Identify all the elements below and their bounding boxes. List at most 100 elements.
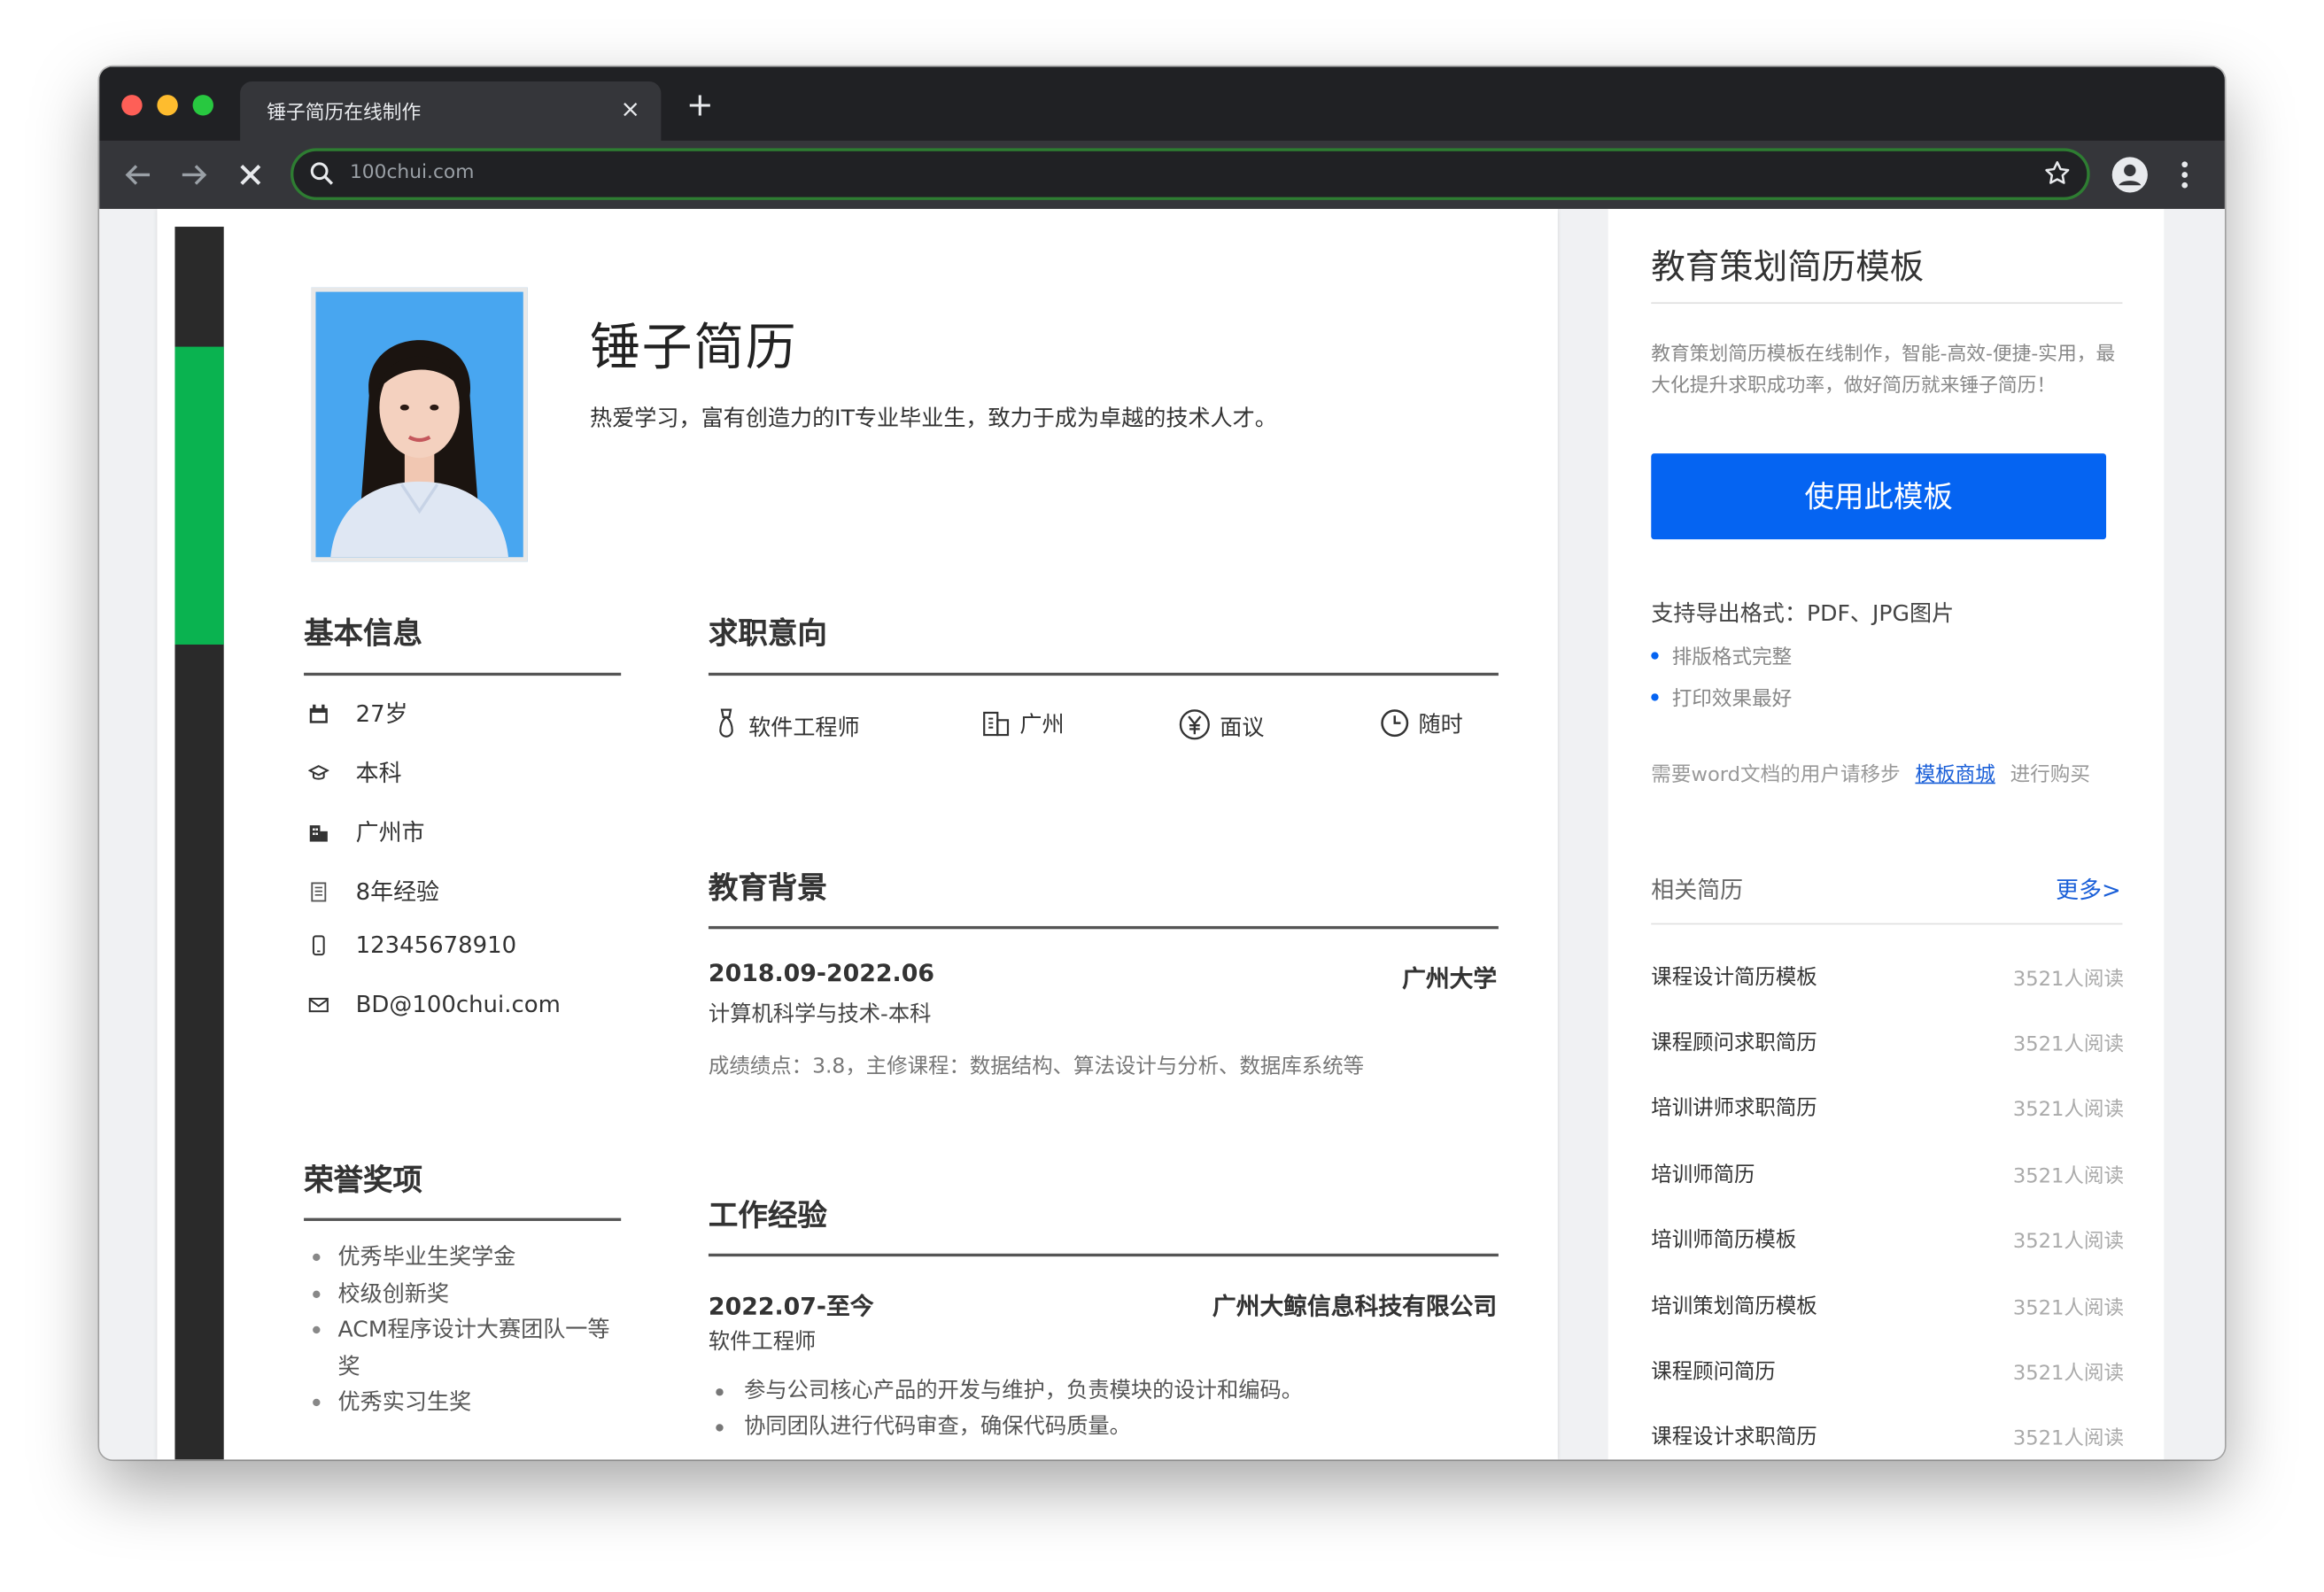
work-title: 工作经验 [708, 1197, 827, 1233]
related-item-title: 课程设计求职简历 [1651, 1425, 1817, 1449]
education-divider [708, 925, 1499, 930]
honors-list: 优秀毕业生奖学金 校级创新奖 ACM程序设计大赛团队一等奖 优秀实习生奖 [306, 1239, 624, 1420]
resume-accent-bar [174, 346, 224, 645]
info-text: 广州市 [355, 819, 425, 846]
more-link[interactable]: 更多> [2056, 873, 2121, 906]
medal-icon [719, 708, 733, 738]
list-item: ACM程序设计大赛团队一等奖 [306, 1311, 624, 1384]
info-text: BD@100chui.com [355, 991, 561, 1018]
work-company: 广州大鲸信息科技有限公司 [1212, 1292, 1498, 1321]
template-store-link[interactable]: 模板商城 [1915, 763, 1995, 787]
read-count: 3521人阅读 [2012, 1296, 2125, 1321]
browser-window: 锤子简历在线制作 × + 100chui.com 锤子简历 热爱学习，富有创造力… [99, 66, 2225, 1460]
use-template-button[interactable]: 使用此模板 [1651, 453, 2107, 540]
work-duties-list: 参与公司核心产品的开发与维护，负责模块的设计和编码。 协同团队进行代码审查，确保… [709, 1373, 1538, 1459]
related-item-title: 培训讲师求职简历 [1651, 1096, 1817, 1121]
read-count: 3521人阅读 [2012, 1164, 2125, 1189]
intent-position: 软件工程师 [713, 708, 860, 742]
clock-icon [1381, 709, 1409, 738]
phone-icon [306, 932, 332, 959]
info-experience: 8年经验 [306, 874, 439, 907]
menu-dots-icon[interactable] [2174, 158, 2195, 197]
list-item: 优秀实习生奖 [306, 1384, 624, 1420]
calendar-icon [306, 701, 332, 728]
profile-photo [311, 287, 528, 562]
forward-icon[interactable] [176, 157, 212, 192]
page-content: 锤子简历 热爱学习，富有创造力的IT专业毕业生，致力于成为卓越的技术人才。 基本… [99, 208, 2225, 1460]
related-item-title: 课程设计简历模板 [1651, 966, 1817, 990]
related-item-title: 培训师简历模板 [1651, 1228, 1797, 1253]
address-bar[interactable]: 100chui.com [290, 148, 2090, 200]
related-item[interactable]: 培训师简历 3521人阅读 [1651, 1159, 2124, 1188]
intent-city: 广州 [981, 708, 1065, 739]
list-item: 校级创新奖 [306, 1275, 624, 1311]
sidebar-divider [1651, 302, 2123, 305]
read-count: 3521人阅读 [2012, 1098, 2125, 1122]
resume-name: 锤子简历 [590, 318, 798, 378]
browser-tab[interactable]: 锤子简历在线制作 × [240, 81, 662, 141]
feature-item: 排版格式完整 [1651, 640, 1793, 670]
related-item[interactable]: 培训策划简历模板 3521人阅读 [1651, 1291, 2124, 1320]
url-text: 100chui.com [349, 161, 475, 184]
read-count: 3521人阅读 [2012, 967, 2125, 992]
work-divider [708, 1253, 1499, 1257]
resume-slogan: 热爱学习，富有创造力的IT专业毕业生，致力于成为卓越的技术人才。 [590, 404, 1277, 431]
template-sidebar: 教育策划简历模板 教育策划简历模板在线制作，智能-高效-便捷-实用，最大化提升求… [1607, 208, 2165, 1460]
info-degree: 本科 [306, 755, 402, 788]
related-title: 相关简历 [1651, 877, 1744, 904]
related-item[interactable]: 培训师简历模板 3521人阅读 [1651, 1224, 2124, 1253]
tab-bar: 锤子简历在线制作 × + [99, 66, 2225, 141]
stop-loading-icon[interactable] [233, 157, 268, 192]
intent-divider [708, 672, 1499, 676]
read-count: 3521人阅读 [2012, 1426, 2125, 1451]
new-tab-button[interactable]: + [686, 89, 714, 124]
info-phone: 12345678910 [306, 932, 516, 959]
basic-info-title: 基本信息 [304, 614, 422, 651]
related-item[interactable]: 课程顾问简历 3521人阅读 [1651, 1356, 2124, 1385]
work-date: 2022.07-至今 [708, 1292, 874, 1321]
education-title: 教育背景 [708, 869, 827, 906]
browser-toolbar: 100chui.com [99, 140, 2225, 209]
word-note: 需要word文档的用户请移步 模板商城 进行购买 [1651, 757, 2090, 787]
education-school: 广州大学 [1402, 964, 1498, 993]
info-text: 12345678910 [355, 931, 517, 959]
basic-info-divider [304, 672, 622, 676]
related-item-title: 培训师简历 [1651, 1163, 1755, 1187]
related-item[interactable]: 课程顾问求职简历 3521人阅读 [1651, 1027, 2124, 1056]
related-item[interactable]: 课程设计求职简历 3521人阅读 [1651, 1421, 2124, 1450]
related-item[interactable]: 课程设计简历模板 3521人阅读 [1651, 962, 2124, 991]
close-window-button[interactable] [121, 95, 143, 116]
intent-text: 面议 [1220, 714, 1265, 741]
education-major: 计算机科学与技术-本科 [708, 1002, 932, 1027]
intent-title: 求职意向 [708, 614, 827, 651]
related-item[interactable]: 培训讲师求职简历 3521人阅读 [1651, 1092, 2124, 1121]
city-icon [983, 711, 1010, 737]
info-text: 本科 [355, 760, 402, 787]
profile-icon[interactable] [2111, 156, 2150, 200]
work-role: 软件工程师 [708, 1330, 817, 1355]
intent-text: 广州 [1019, 711, 1065, 738]
tab-title: 锤子简历在线制作 [267, 102, 422, 125]
info-email: BD@100chui.com [306, 992, 561, 1018]
tab-close-icon[interactable]: × [621, 95, 640, 124]
honors-divider [304, 1217, 622, 1221]
word-note-prefix: 需要word文档的用户请移步 [1651, 762, 1901, 787]
honors-title: 荣誉奖项 [304, 1162, 422, 1198]
list-item: … [709, 1445, 1538, 1459]
related-item-title: 课程顾问简历 [1651, 1360, 1776, 1385]
bookmark-star-icon[interactable] [2042, 158, 2072, 194]
list-item: 参与公司核心产品的开发与维护，负责模块的设计和编码。 [709, 1373, 1538, 1409]
read-count: 3521人阅读 [2012, 1230, 2125, 1254]
info-age: 27岁 [306, 697, 408, 730]
search-icon [308, 160, 335, 193]
info-city: 广州市 [306, 815, 425, 847]
intent-availability: 随时 [1380, 708, 1463, 739]
related-item-title: 培训策划简历模板 [1651, 1294, 1817, 1319]
intent-salary: 面议 [1178, 708, 1265, 742]
back-icon[interactable] [120, 157, 156, 192]
maximize-window-button[interactable] [192, 95, 213, 116]
minimize-window-button[interactable] [157, 95, 178, 116]
info-text: 8年经验 [355, 878, 439, 906]
template-title: 教育策划简历模板 [1651, 249, 1925, 288]
related-item-title: 课程顾问求职简历 [1651, 1031, 1817, 1055]
